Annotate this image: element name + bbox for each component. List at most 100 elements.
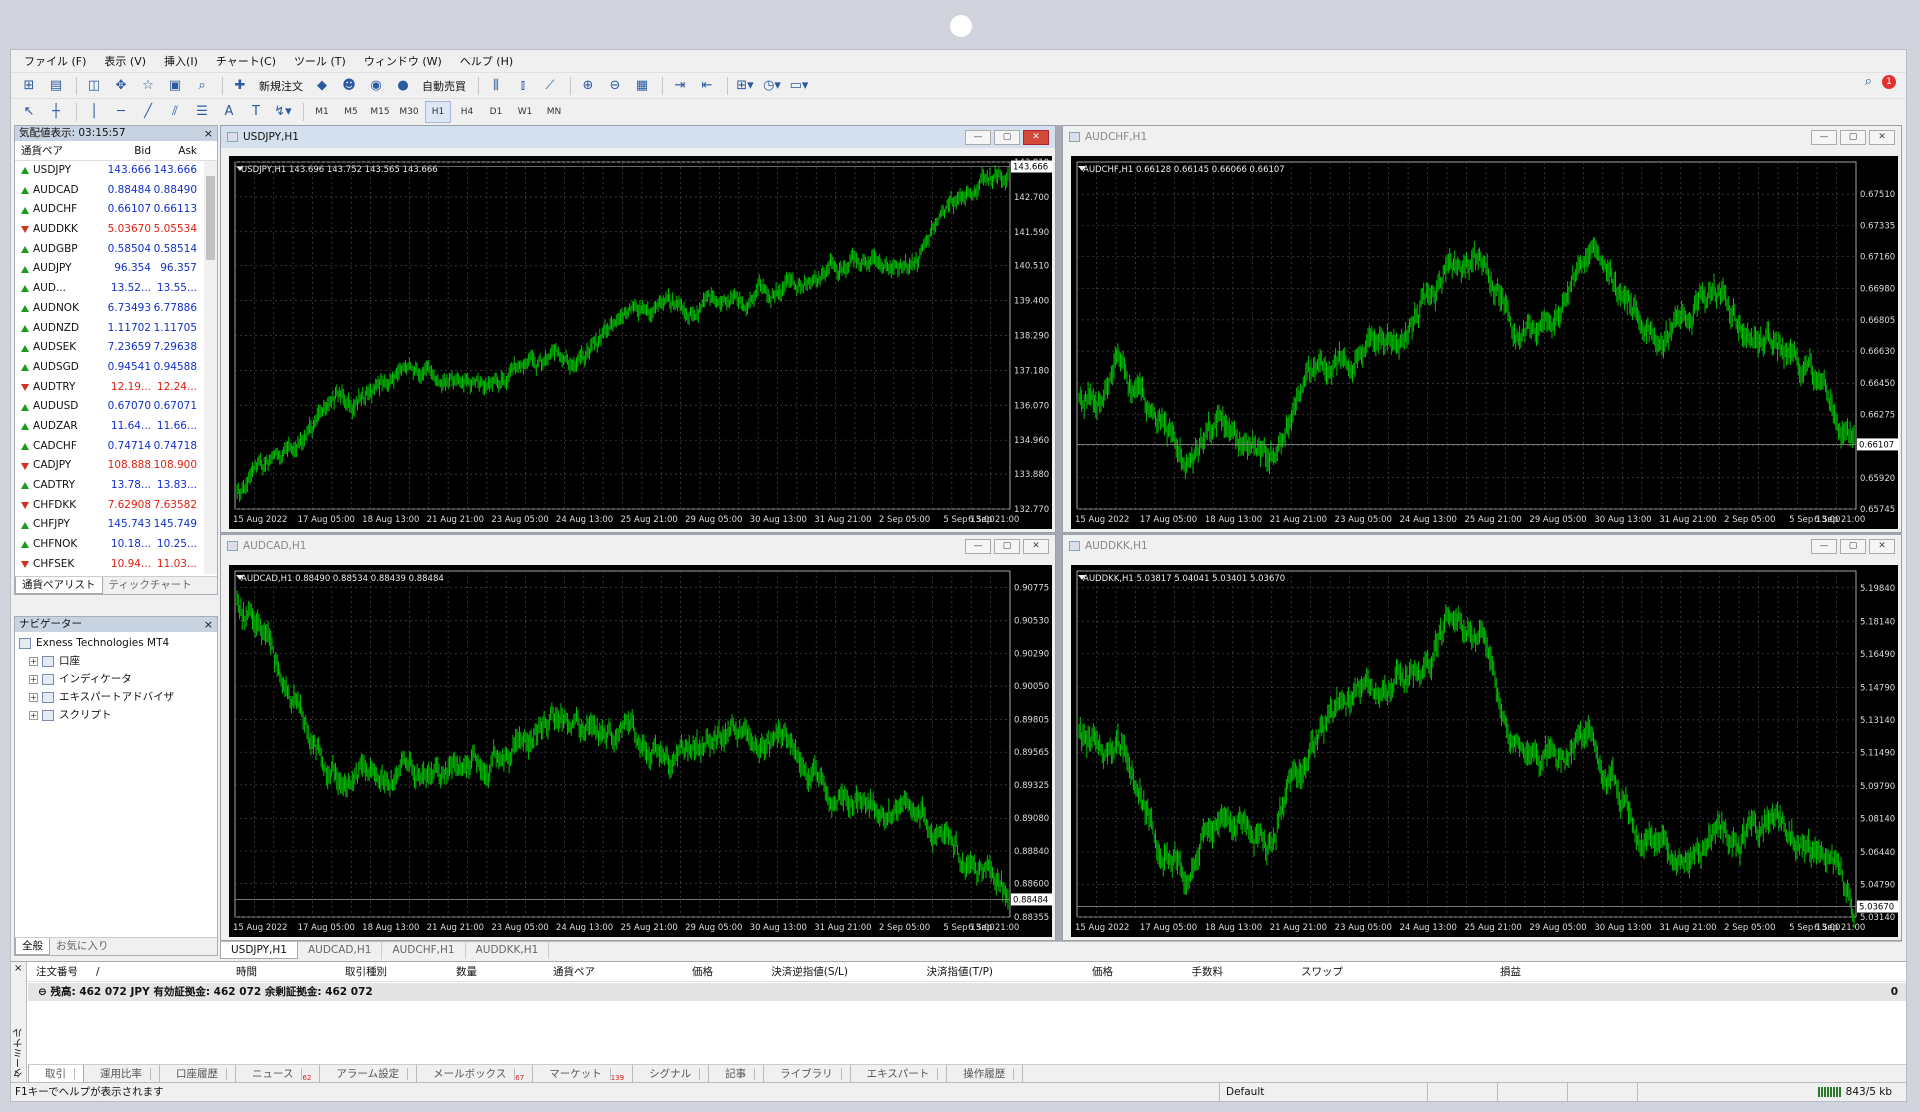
table-row[interactable]: AUDGBP 0.58504 0.58514 xyxy=(15,240,217,260)
terminal-column[interactable]: スワップ xyxy=(1229,962,1349,981)
table-row[interactable]: CHFJPY 145.743 145.749 xyxy=(15,515,217,535)
timeframe-d1[interactable]: D1 xyxy=(483,101,509,123)
table-row[interactable]: AUDDKK 5.03670 5.05534 xyxy=(15,220,217,240)
balance-row[interactable]: ⊖ 残高: 462 072 JPY 有効証拠金: 462 072 余剰証拠金: … xyxy=(28,983,1906,1001)
navigator-item[interactable]: + スクリプト xyxy=(19,706,213,724)
chart-tab[interactable]: AUDCHF,H1 xyxy=(382,942,466,959)
tab-general[interactable]: 全般 xyxy=(15,938,50,955)
maximize-icon[interactable]: ▢ xyxy=(994,539,1020,554)
terminal-icon[interactable]: ▣ xyxy=(163,75,187,97)
indicators-icon[interactable]: ⊞▾ xyxy=(733,75,757,97)
minimize-icon[interactable]: — xyxy=(965,539,991,554)
table-row[interactable]: AUDNZD 1.11702 1.11705 xyxy=(15,319,217,339)
table-row[interactable]: AUDSEK 7.23659 7.29638 xyxy=(15,338,217,358)
meta-editor-icon[interactable]: ◆ xyxy=(310,75,334,97)
navigator-icon[interactable]: ☆ xyxy=(136,75,160,97)
menu-item[interactable]: ツール (T) xyxy=(285,53,355,69)
terminal-column[interactable]: 価格 xyxy=(999,962,1119,981)
terminal-column[interactable]: 手数料 xyxy=(1119,962,1229,981)
timeframe-m30[interactable]: M30 xyxy=(396,101,422,123)
table-row[interactable]: CHFDKK 7.62908 7.63582 xyxy=(15,496,217,516)
chart-plot[interactable]: 5.19840 5.18140 5.16490 5.14790 5.13140 5.114… xyxy=(1071,565,1899,937)
table-row[interactable]: CADTRY 13.78... 13.83... xyxy=(15,476,217,496)
table-row[interactable]: AUDUSD 0.67070 0.67071 xyxy=(15,397,217,417)
table-row[interactable]: AUDSGD 0.94541 0.94588 xyxy=(15,358,217,378)
menu-item[interactable]: ヘルプ (H) xyxy=(451,53,522,69)
timeframe-w1[interactable]: W1 xyxy=(512,101,538,123)
menu-item[interactable]: 挿入(I) xyxy=(155,53,207,69)
profiles-icon[interactable]: ▤ xyxy=(44,75,68,97)
minimize-icon[interactable]: — xyxy=(965,130,991,145)
maximize-icon[interactable]: ▢ xyxy=(1840,539,1866,554)
auto-scroll-icon[interactable]: ⇥ xyxy=(668,75,692,97)
templates-icon[interactable]: ▭▾ xyxy=(787,75,811,97)
line-chart-icon[interactable]: ⟋ xyxy=(538,75,562,97)
chart-plot[interactable]: 143.810142.700141.590140.510139.400138.2… xyxy=(229,156,1053,529)
terminal-column[interactable]: 数量 xyxy=(393,962,483,981)
new-chart-icon[interactable]: ⊞ xyxy=(17,75,41,97)
chart-plot[interactable]: 0.67510 0.67335 0.67160 0.66980 0.66805 0.666… xyxy=(1071,156,1899,529)
auto-trading-icon[interactable]: ● xyxy=(391,75,415,97)
search-icon[interactable]: ⌕ xyxy=(1865,74,1872,89)
tab-tick-chart[interactable]: ティックチャート xyxy=(103,577,198,594)
market-watch-scrollbar[interactable] xyxy=(204,161,217,574)
terminal-column[interactable]: / xyxy=(88,962,118,981)
table-row[interactable]: CHFSEK 10.94... 11.03... xyxy=(15,555,217,574)
periods-icon[interactable]: ◷▾ xyxy=(760,75,784,97)
menu-item[interactable]: ウィンドウ (W) xyxy=(355,53,451,69)
navigator-item[interactable]: + 口座 xyxy=(19,652,213,670)
timeframe-mn[interactable]: MN xyxy=(541,101,567,123)
table-row[interactable]: USDJPY 143.666 143.666 xyxy=(15,161,217,181)
minimize-icon[interactable]: — xyxy=(1811,539,1837,554)
navigator-item[interactable]: + エキスパートアドバイザ xyxy=(19,688,213,706)
bar-chart-icon[interactable]: ⫼ xyxy=(484,75,508,97)
terminal-column[interactable]: 注文番号 xyxy=(28,962,88,981)
tester-icon[interactable]: ⌕ xyxy=(190,75,214,97)
expand-icon[interactable]: + xyxy=(29,674,38,684)
chart-tab[interactable]: AUDDKK,H1 xyxy=(466,942,550,959)
table-row[interactable]: AUDZAR 11.64... 11.66... xyxy=(15,417,217,437)
terminal-column[interactable]: 決済指値(T/P) xyxy=(854,962,999,981)
notification-badge[interactable]: 1 xyxy=(1882,74,1896,89)
crosshair-icon[interactable]: ┼ xyxy=(44,101,68,123)
new-order-icon[interactable]: ✚ xyxy=(228,75,252,97)
timeframe-m5[interactable]: M5 xyxy=(338,101,364,123)
table-row[interactable]: AUDTRY 12.19... 12.24... xyxy=(15,378,217,398)
horizontal-line-icon[interactable]: ─ xyxy=(109,101,133,123)
tile-windows-icon[interactable]: ▦ xyxy=(630,75,654,97)
market-watch-icon[interactable]: ◫ xyxy=(82,75,106,97)
vertical-line-icon[interactable]: │ xyxy=(82,101,106,123)
candle-chart-icon[interactable]: ⫾ xyxy=(511,75,535,97)
table-row[interactable]: CADCHF 0.74714 0.74718 xyxy=(15,437,217,457)
table-row[interactable]: AUDCAD 0.88484 0.88490 xyxy=(15,181,217,201)
close-icon[interactable]: ✕ xyxy=(1869,130,1895,145)
table-row[interactable]: AUDNOK 6.73493 6.77886 xyxy=(15,299,217,319)
maximize-icon[interactable]: ▢ xyxy=(1840,130,1866,145)
timeframe-m1[interactable]: M1 xyxy=(309,101,335,123)
trendline-icon[interactable]: ╱ xyxy=(136,101,160,123)
chart-shift-icon[interactable]: ⇤ xyxy=(695,75,719,97)
signals-icon[interactable]: ◉ xyxy=(364,75,388,97)
text-icon[interactable]: A xyxy=(217,101,241,123)
timeframe-h1[interactable]: H1 xyxy=(425,100,451,123)
new-order-button[interactable]: 新規注文 xyxy=(255,75,307,97)
terminal-column[interactable]: 価格 xyxy=(601,962,719,981)
terminal-column[interactable]: 通貨ペア xyxy=(483,962,601,981)
cursor-icon[interactable]: ↖ xyxy=(17,101,41,123)
auto-trading-button[interactable]: 自動売買 xyxy=(418,75,470,97)
navigator-root[interactable]: Exness Technologies MT4 xyxy=(19,634,213,652)
tab-favorites[interactable]: お気に入り xyxy=(50,938,115,955)
status-traffic[interactable]: 843/5 kb xyxy=(1637,1083,1906,1101)
chart-window[interactable]: AUDCHF,H1 — ▢ ✕ 0.67510 0.67335 0.67160 0.66980… xyxy=(1062,125,1902,533)
arrows-icon[interactable]: ↯▾ xyxy=(271,101,295,123)
table-row[interactable]: AUD... 13.52... 13.55... xyxy=(15,279,217,299)
fibonacci-icon[interactable]: ☰ xyxy=(190,101,214,123)
close-icon[interactable]: ✕ xyxy=(1023,130,1049,145)
table-row[interactable]: AUDJPY 96.354 96.357 xyxy=(15,259,217,279)
close-icon[interactable]: × xyxy=(204,617,213,632)
close-icon[interactable]: ✕ xyxy=(1869,539,1895,554)
zoom-in-icon[interactable]: ⊕ xyxy=(576,75,600,97)
table-row[interactable]: AUDCHF 0.66107 0.66113 xyxy=(15,200,217,220)
terminal-column[interactable]: 時間 xyxy=(118,962,263,981)
terminal-column[interactable]: 取引種別 xyxy=(263,962,393,981)
